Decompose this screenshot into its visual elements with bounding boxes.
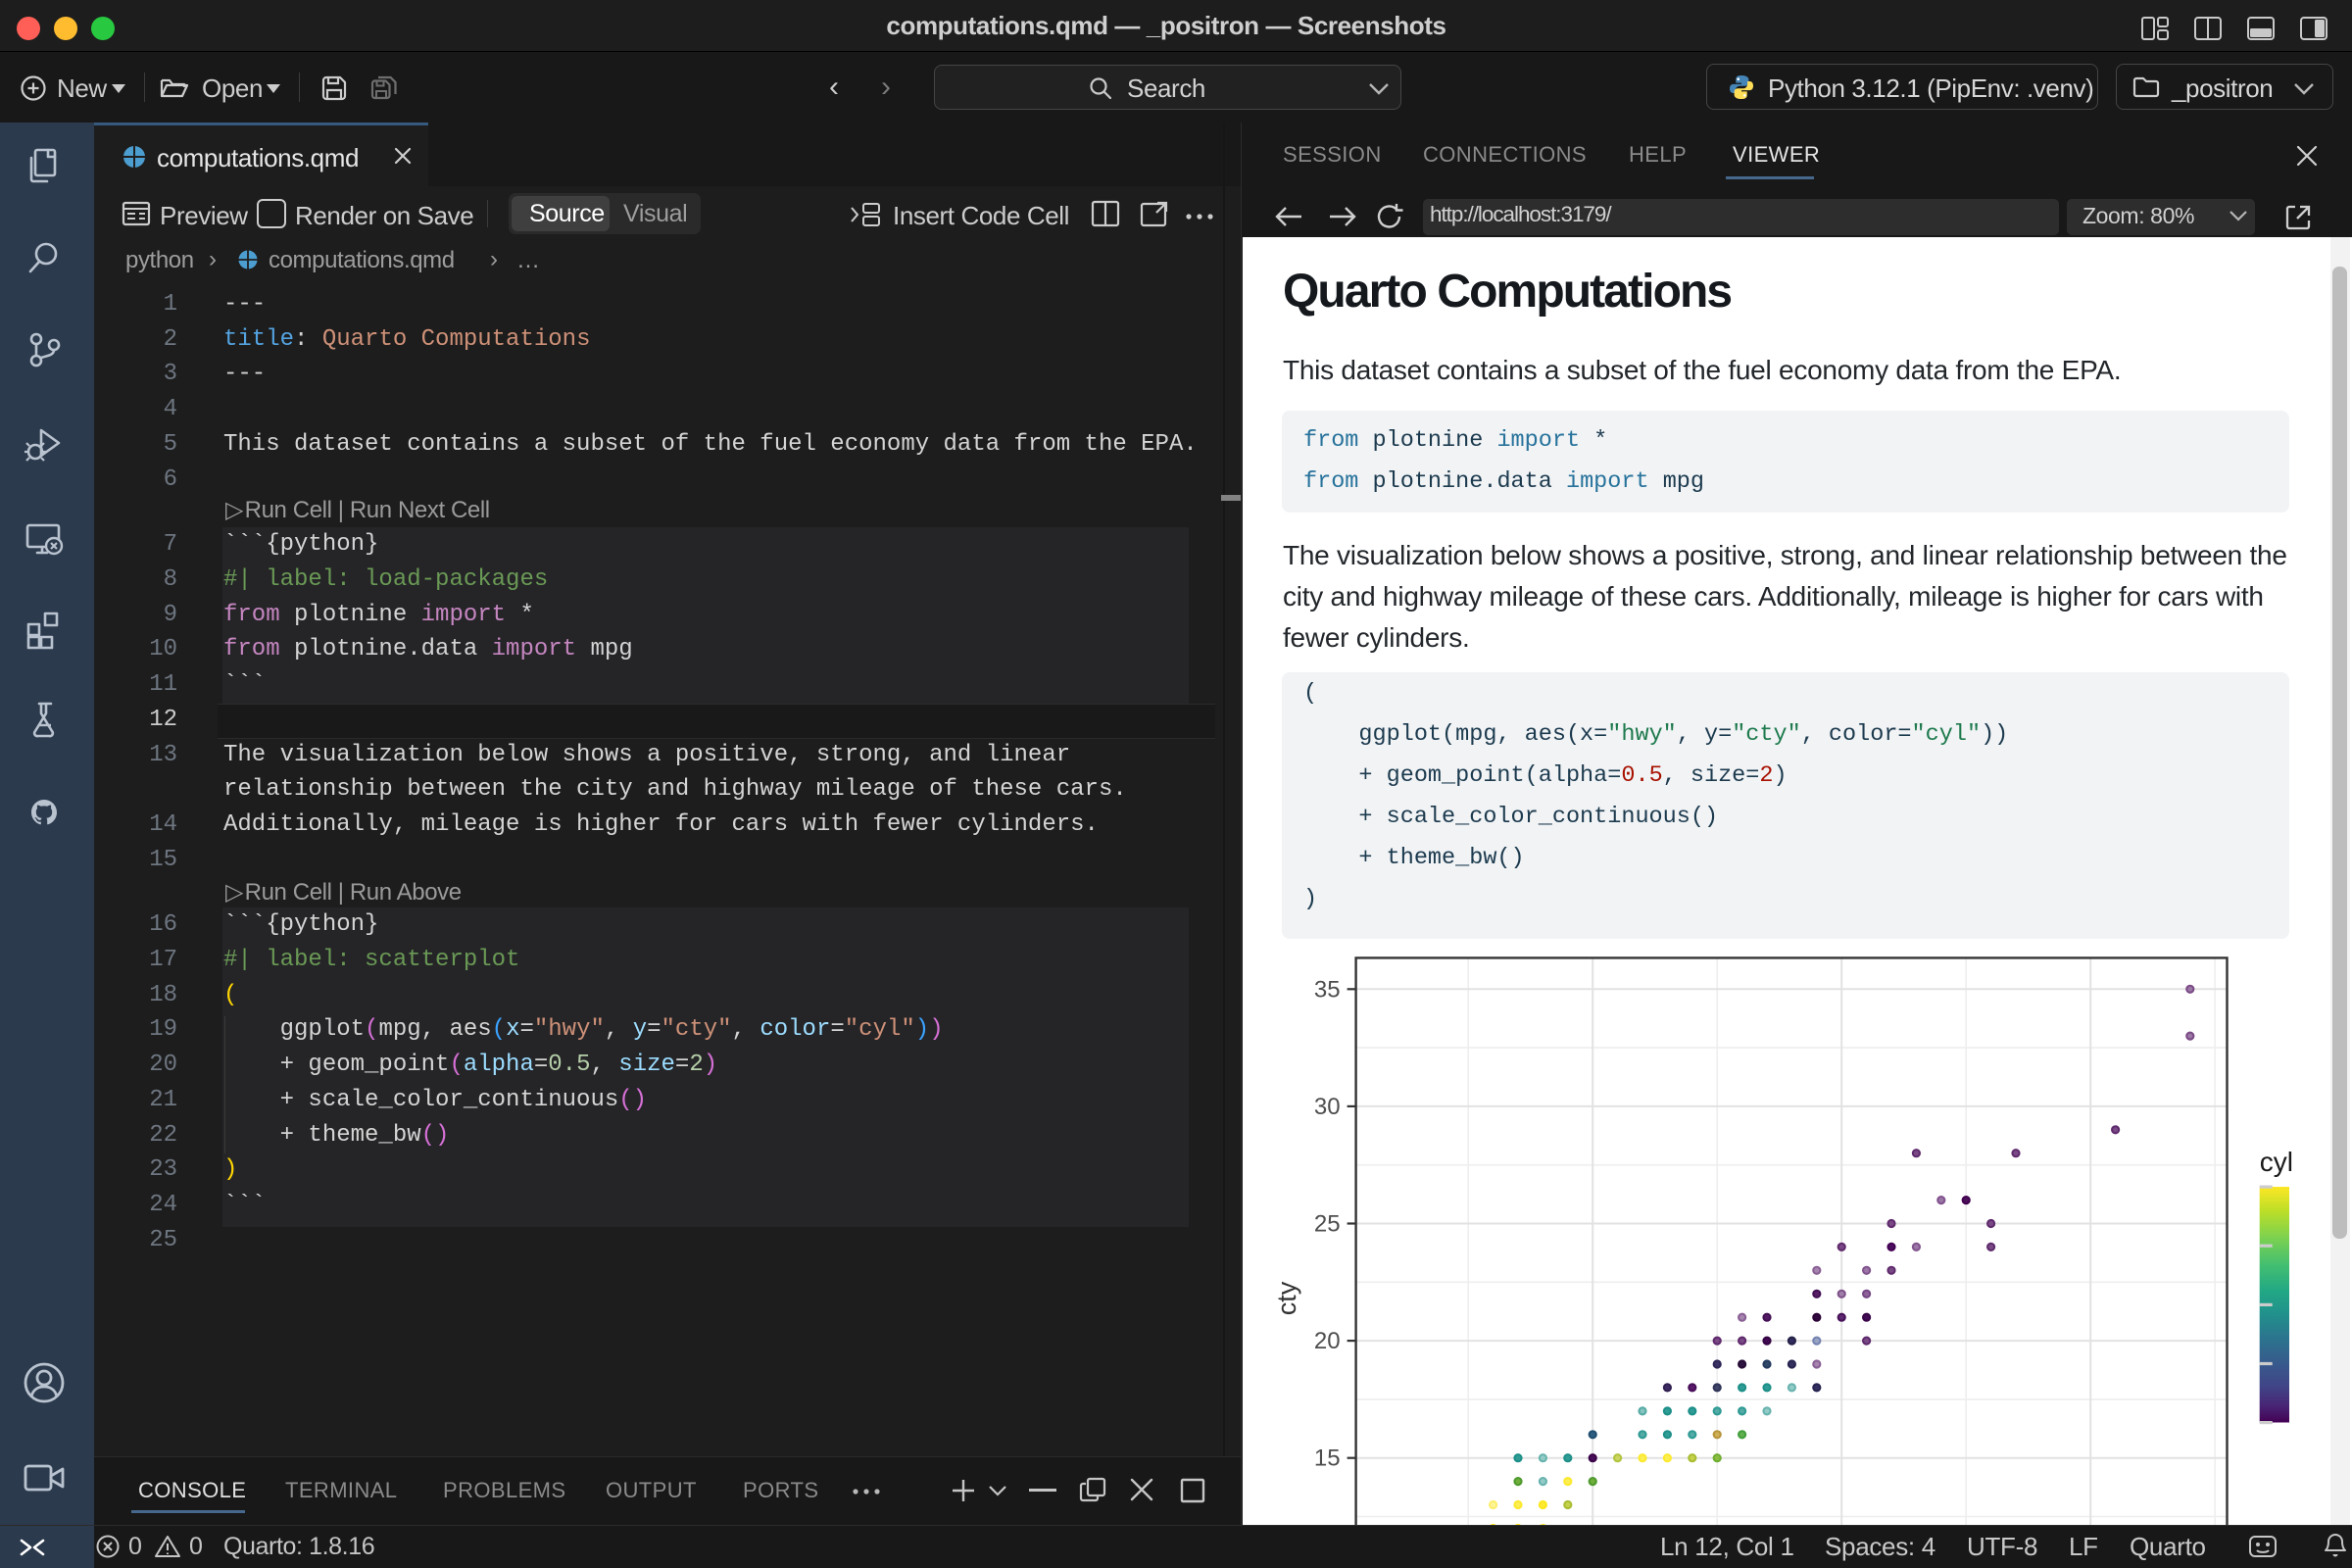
svg-text:20: 20 <box>1314 1328 1341 1354</box>
svg-text:30: 30 <box>1314 1094 1341 1120</box>
svg-text:cyl: cyl <box>2260 1147 2293 1177</box>
svg-text:15: 15 <box>1314 1446 1341 1472</box>
svg-text:35: 35 <box>1314 976 1341 1003</box>
svg-text:25: 25 <box>1314 1211 1341 1238</box>
svg-text:cty: cty <box>1272 1281 1301 1315</box>
